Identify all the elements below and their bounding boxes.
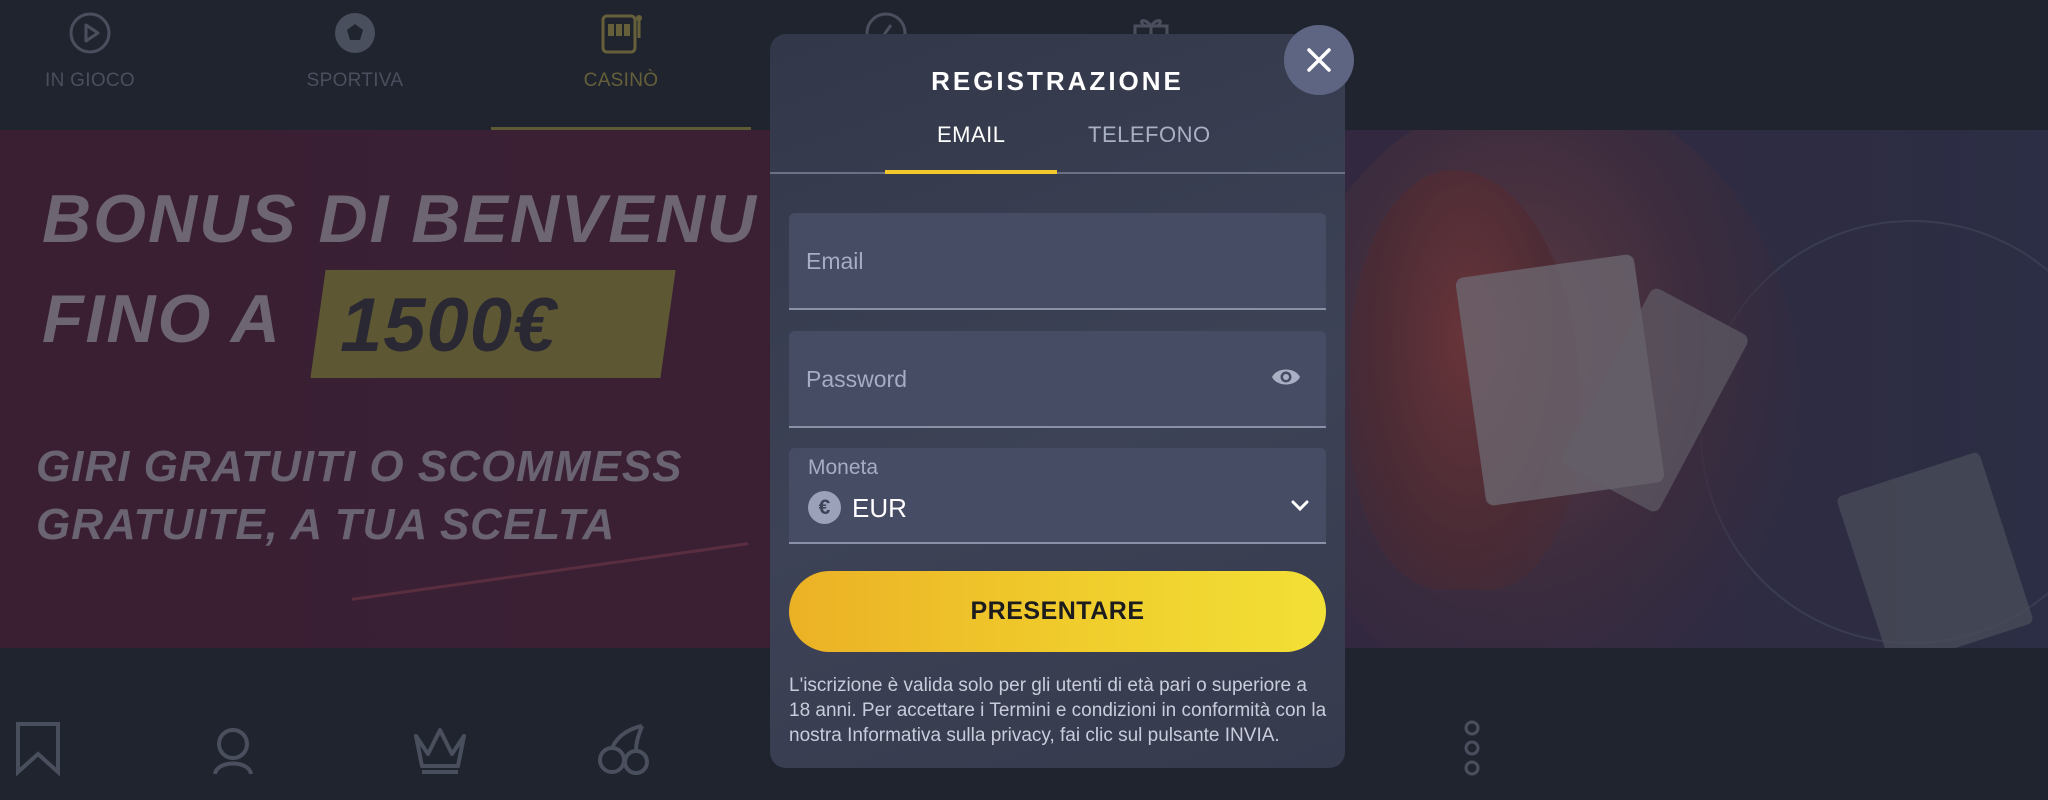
nav-item-label: IN GIOCO bbox=[44, 70, 135, 91]
banner-headline-2: FINO A bbox=[42, 281, 282, 357]
nav-item-casino[interactable]: CASINÒ bbox=[496, 0, 746, 130]
currency-select[interactable]: Moneta € EUR bbox=[789, 448, 1326, 544]
password-placeholder: Password bbox=[806, 366, 907, 392]
close-icon bbox=[1307, 48, 1331, 72]
cherries-icon[interactable] bbox=[596, 720, 652, 776]
registration-modal: REGISTRAZIONE EMAIL TELEFONO Email Passw… bbox=[770, 34, 1345, 768]
banner-amount: 1500€ bbox=[340, 283, 557, 368]
email-field[interactable]: Email bbox=[789, 213, 1326, 310]
email-placeholder: Email bbox=[806, 248, 864, 274]
eye-icon[interactable] bbox=[1271, 365, 1301, 389]
modal-title: REGISTRAZIONE bbox=[931, 66, 1184, 96]
tab-phone[interactable]: TELEFONO bbox=[1088, 122, 1211, 148]
banner-subline-1: GIRI GRATUITI O SCOMMESS bbox=[36, 442, 683, 491]
soccer-ball-icon bbox=[335, 13, 375, 53]
nav-item-sports[interactable]: SPORTIVA bbox=[230, 0, 480, 130]
bookmark-icon[interactable] bbox=[10, 720, 66, 776]
banner-subline-2: GRATUITE, A TUA SCELTA bbox=[36, 500, 616, 549]
nav-item-label: CASINÒ bbox=[583, 70, 659, 91]
password-field[interactable]: Password bbox=[789, 331, 1326, 428]
close-button[interactable] bbox=[1284, 25, 1354, 95]
more-vertical-icon[interactable] bbox=[1444, 720, 1500, 776]
euro-icon: € bbox=[808, 491, 841, 524]
nav-item-label: SPORTIVA bbox=[306, 70, 404, 91]
active-tab-indicator bbox=[885, 170, 1057, 174]
legal-disclaimer: L'iscrizione è valida solo per gli utent… bbox=[789, 675, 1327, 746]
nav-item-live[interactable]: IN GIOCO bbox=[0, 0, 215, 130]
currency-label: Moneta bbox=[808, 456, 879, 479]
crown-icon[interactable] bbox=[412, 720, 468, 776]
tabs-divider bbox=[770, 172, 1345, 174]
play-circle-icon bbox=[69, 12, 111, 54]
slot-machine-icon bbox=[601, 14, 642, 54]
currency-value: EUR bbox=[852, 493, 907, 523]
tab-email[interactable]: EMAIL bbox=[937, 122, 1006, 148]
banner-headline-1: BONUS DI BENVENU bbox=[42, 181, 758, 257]
chevron-down-icon[interactable] bbox=[1291, 500, 1309, 512]
submit-button[interactable]: PRESENTARE bbox=[789, 571, 1326, 652]
support-agent-icon[interactable] bbox=[205, 720, 261, 776]
